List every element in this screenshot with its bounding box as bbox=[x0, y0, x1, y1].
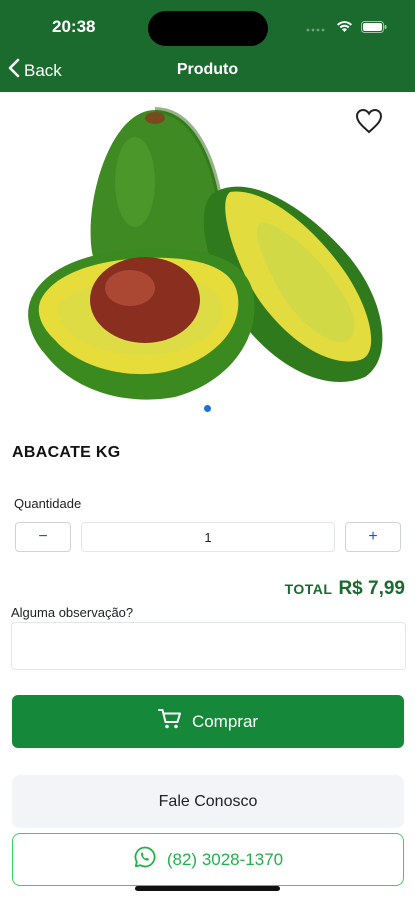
quantity-decrease-button[interactable]: − bbox=[15, 522, 71, 552]
product-name: ABACATE KG bbox=[12, 444, 121, 461]
whatsapp-phone-button[interactable]: (82) 3028-1370 bbox=[12, 833, 404, 886]
status-icons bbox=[306, 20, 387, 38]
nav-bar: Back Produto bbox=[0, 50, 415, 92]
whatsapp-icon bbox=[133, 845, 157, 874]
quantity-increase-button[interactable]: + bbox=[345, 522, 401, 552]
favorite-heart-icon[interactable] bbox=[355, 108, 383, 139]
signal-icon bbox=[306, 20, 328, 38]
buy-button[interactable]: Comprar bbox=[12, 695, 404, 748]
home-indicator bbox=[135, 886, 280, 891]
dynamic-island bbox=[148, 11, 268, 46]
quantity-field[interactable]: 1 bbox=[81, 522, 335, 552]
status-bar: 20:38 bbox=[0, 0, 415, 50]
total-value: R$ 7,99 bbox=[338, 578, 405, 599]
battery-icon bbox=[361, 20, 387, 38]
cart-icon bbox=[157, 708, 182, 735]
product-image-carousel[interactable] bbox=[0, 92, 415, 420]
total-label: TOTAL bbox=[284, 581, 333, 597]
observation-label: Alguma observação? bbox=[11, 605, 134, 620]
wifi-icon bbox=[336, 20, 353, 38]
observation-field[interactable] bbox=[11, 622, 406, 670]
page-title: Produto bbox=[176, 61, 239, 78]
phone-number: (82) 3028-1370 bbox=[166, 849, 284, 869]
carousel-page-indicator bbox=[204, 405, 211, 412]
buy-button-label: Comprar bbox=[191, 711, 259, 731]
product-image bbox=[28, 107, 383, 400]
quantity-label: Quantidade bbox=[14, 496, 82, 511]
contact-button[interactable]: Fale Conosco bbox=[12, 775, 404, 828]
total-price: TOTAL R$ 7,99 bbox=[285, 578, 405, 600]
status-time: 20:38 bbox=[52, 17, 96, 36]
